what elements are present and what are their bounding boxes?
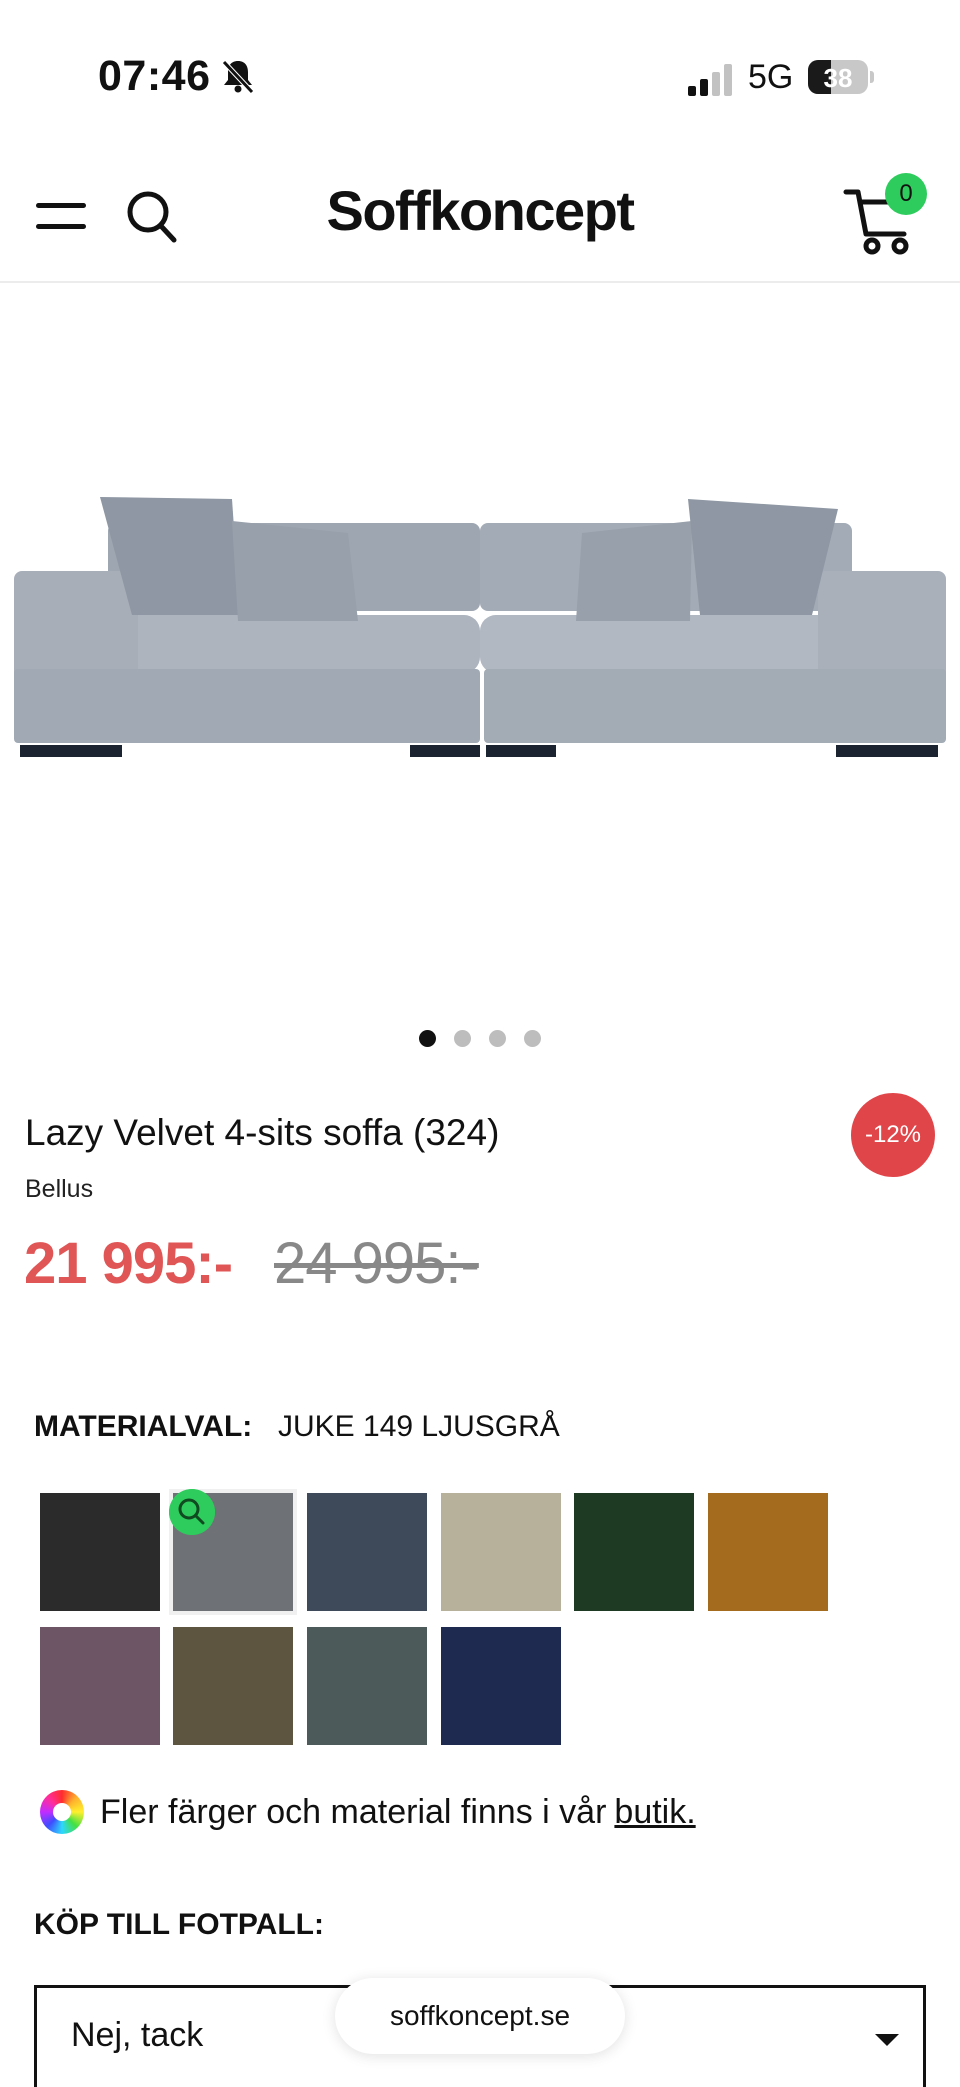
site-header: Soffkoncept 0: [0, 150, 960, 283]
browser-url-bar[interactable]: soffkoncept.se: [335, 1978, 625, 2054]
footstool-label: KÖP TILL FOTPALL:: [34, 1908, 324, 1941]
gallery-pagination: [0, 1030, 960, 1054]
gallery-dot[interactable]: [454, 1030, 471, 1047]
clock: 07:46: [98, 52, 211, 100]
material-label: MATERIALVAL:: [34, 1410, 253, 1443]
search-icon[interactable]: [124, 186, 180, 246]
gallery-dot[interactable]: [489, 1030, 506, 1047]
material-swatch[interactable]: [307, 1627, 427, 1745]
material-swatch[interactable]: [173, 1627, 293, 1745]
battery-icon: 38: [808, 60, 874, 94]
original-price: 24 995:-: [274, 1231, 480, 1296]
gallery-dot[interactable]: [419, 1030, 436, 1047]
gallery-dot[interactable]: [524, 1030, 541, 1047]
color-wheel-icon: [40, 1790, 84, 1834]
cart-count-badge: 0: [885, 173, 927, 215]
store-link[interactable]: butik.: [614, 1793, 695, 1832]
material-swatch[interactable]: [574, 1493, 694, 1611]
more-colors-note: Fler färger och material finns i vår but…: [40, 1788, 696, 1836]
product-image-sofa[interactable]: [0, 285, 960, 1005]
footstool-selected-value: Nej, tack: [71, 2016, 204, 2054]
hamburger-menu-icon[interactable]: [36, 200, 88, 232]
zoom-icon[interactable]: [169, 1489, 215, 1535]
sale-price: 21 995:-: [24, 1231, 233, 1296]
bell-muted-icon: [222, 60, 254, 94]
material-swatch[interactable]: [708, 1493, 828, 1611]
material-selected-value: JUKE 149 LJUSGRÅ: [278, 1410, 560, 1443]
more-colors-text: Fler färger och material finns i vår: [100, 1792, 607, 1831]
signal-icon: [688, 64, 732, 96]
material-swatch[interactable]: [441, 1627, 561, 1745]
material-swatch-selected[interactable]: [169, 1489, 297, 1615]
material-swatch[interactable]: [441, 1493, 561, 1611]
material-swatch[interactable]: [40, 1627, 160, 1745]
material-swatch[interactable]: [307, 1493, 427, 1611]
product-brand: Bellus: [25, 1175, 94, 1203]
product-title: Lazy Velvet 4-sits soffa (324): [25, 1112, 500, 1153]
dropdown-arrow-icon: [875, 2034, 899, 2046]
discount-badge: -12%: [851, 1093, 935, 1177]
status-bar: 07:46 5G 38: [0, 0, 960, 150]
battery-percentage: 38: [823, 63, 853, 93]
network-type: 5G: [748, 58, 794, 96]
material-swatch[interactable]: [40, 1493, 160, 1611]
